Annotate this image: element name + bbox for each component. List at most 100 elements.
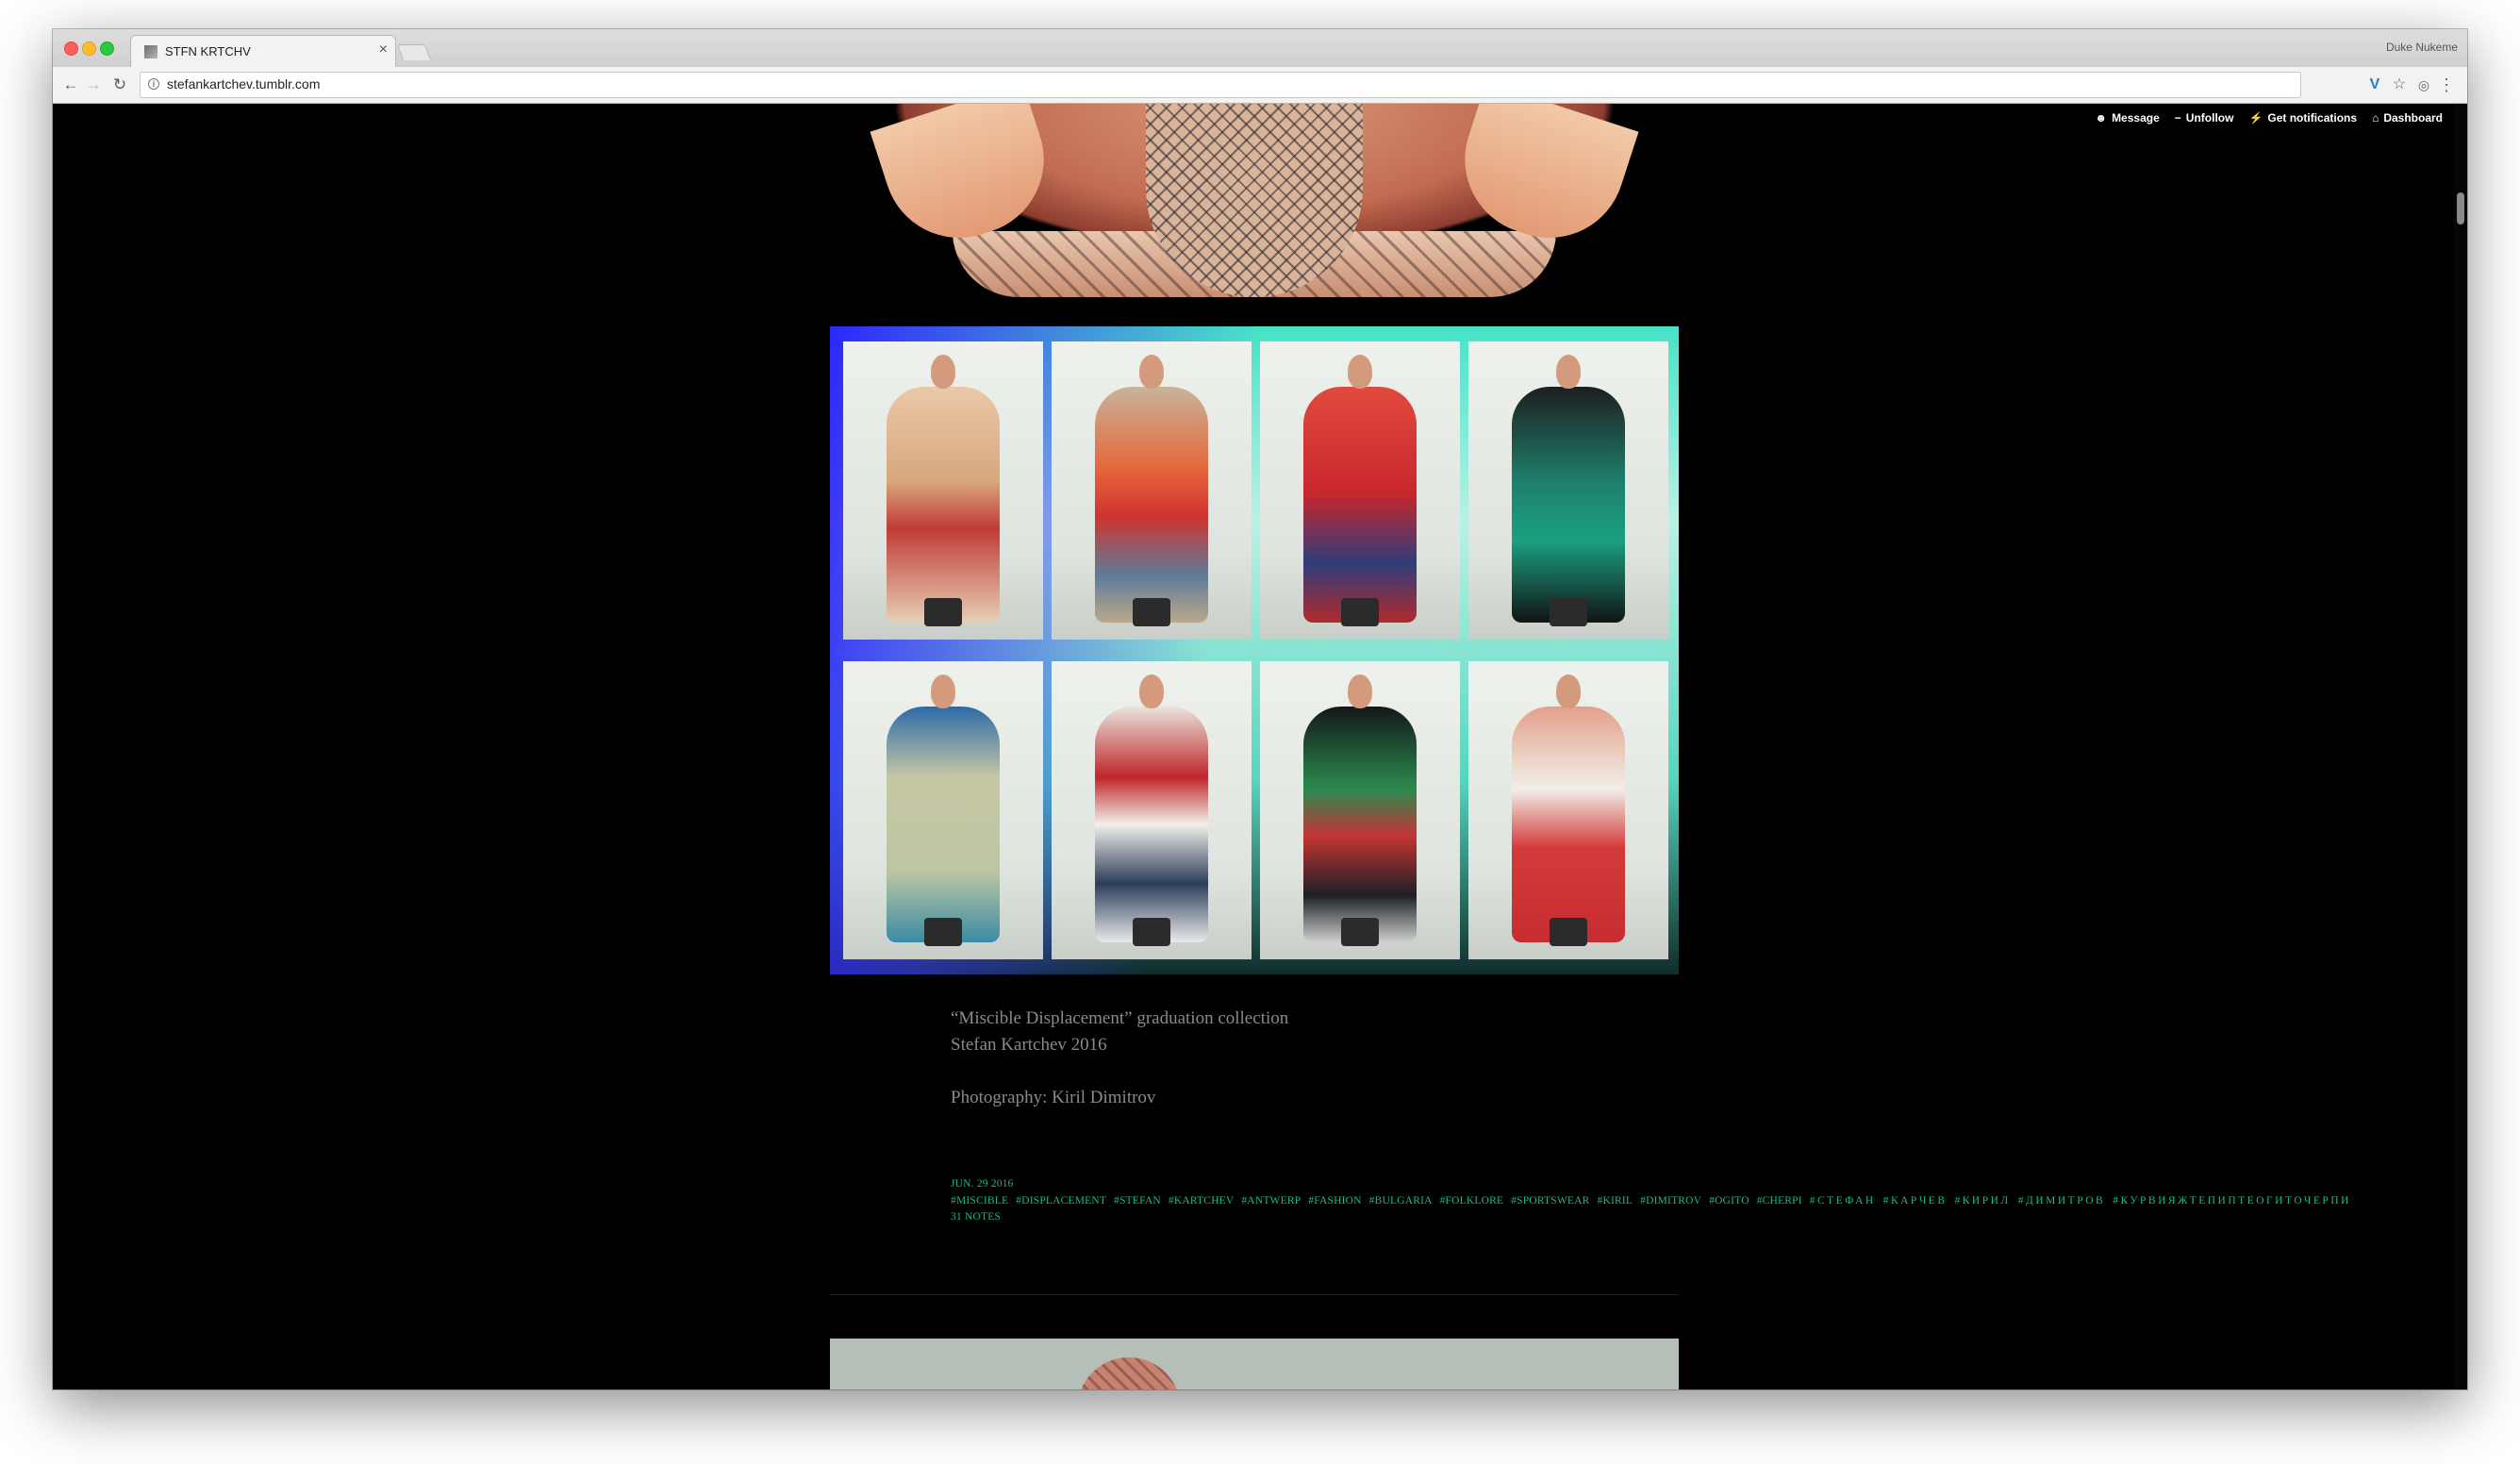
extension-shield-icon[interactable]: ◎ <box>2414 75 2433 94</box>
collection-gallery-image <box>830 326 1679 974</box>
extension-v-icon[interactable]: V <box>2365 75 2384 94</box>
model-feet <box>1550 918 1587 946</box>
post-photo-top <box>830 104 1679 297</box>
model-head <box>1348 355 1372 389</box>
home-icon: ⌂ <box>2372 111 2379 125</box>
tag-link[interactable]: #КИРИЛ <box>1955 1195 2011 1206</box>
outfit <box>1095 387 1208 623</box>
browser-tab[interactable]: STFN KRTCHV × <box>130 35 396 68</box>
message-icon: ☻ <box>2095 111 2108 125</box>
control-get-notifications[interactable]: ⚡ Get notifications <box>2248 111 2357 125</box>
control-label: Dashboard <box>2383 111 2443 125</box>
model-head <box>1556 355 1581 389</box>
minimize-window-button[interactable] <box>82 42 96 56</box>
control-label: Get notifications <box>2267 111 2358 125</box>
reload-icon[interactable]: ↻ <box>109 75 130 95</box>
outfit <box>1512 707 1625 942</box>
url-text[interactable]: stefankartchev.tumblr.com <box>167 76 320 92</box>
outfit <box>1303 387 1417 623</box>
post-divider <box>830 1294 1679 1295</box>
back-arrow-icon[interactable]: ← <box>60 75 81 95</box>
info-icon[interactable]: i <box>148 78 159 90</box>
gallery-photo <box>1468 661 1668 959</box>
control-message[interactable]: ☻ Message <box>2095 111 2159 125</box>
outfit <box>887 707 1000 942</box>
tab-title: STFN KRTCHV <box>165 44 251 58</box>
close-window-button[interactable] <box>64 42 78 56</box>
tag-link[interactable]: #DISPLACEMENT <box>1016 1195 1106 1206</box>
caption-line: “Miscible Displacement” graduation colle… <box>951 1008 1289 1028</box>
tag-link[interactable]: #FOLKLORE <box>1440 1195 1504 1206</box>
page-viewport: ☻ Message − Unfollow ⚡ Get notifications ⌂ Dash… <box>53 104 2467 1389</box>
model-feet <box>924 598 962 626</box>
bookmark-star-icon[interactable]: ☆ <box>2390 75 2409 94</box>
address-bar[interactable]: i stefankartchev.tumblr.com <box>140 72 2301 98</box>
model-feet <box>1341 918 1379 946</box>
next-post-photo <box>830 1339 1679 1389</box>
tag-link[interactable]: #SPORTSWEAR <box>1511 1195 1589 1206</box>
model-feet <box>1341 598 1379 626</box>
tag-link[interactable]: #FASHION <box>1308 1195 1361 1206</box>
browser-toolbar: ← → ↻ i stefankartchev.tumblr.com V ☆ ◎ … <box>53 67 2467 104</box>
tag-link[interactable]: #KIRIL <box>1598 1195 1633 1206</box>
tag-link[interactable]: #КУРВИЯЖТЕПИПТЕОГИТОЧЕРПИ <box>2113 1195 2351 1206</box>
profile-name[interactable]: Duke Nukeme <box>2386 41 2458 54</box>
outfit <box>887 387 1000 623</box>
control-label: Unfollow <box>2185 111 2234 125</box>
tumblr-controls: ☻ Message − Unfollow ⚡ Get notifications ⌂ Dash… <box>2095 108 2443 127</box>
model-head <box>931 355 955 389</box>
new-tab-button[interactable] <box>396 44 432 60</box>
model-head <box>1139 355 1164 389</box>
tag-link[interactable]: #КАРЧЕВ <box>1883 1195 1948 1206</box>
tag-link[interactable]: #KARTCHEV <box>1169 1195 1234 1206</box>
post-caption: “Miscible Displacement” graduation colle… <box>951 1006 1554 1111</box>
minus-icon: − <box>2174 111 2181 125</box>
tag-link[interactable]: #BULGARIA <box>1369 1195 1433 1206</box>
caption-line: Stefan Kartchev 2016 <box>951 1035 1107 1055</box>
gallery-photo <box>843 341 1043 640</box>
tag-link[interactable]: #СТЕФАН <box>1810 1195 1876 1206</box>
gallery-photo <box>843 661 1043 959</box>
maximize-window-button[interactable] <box>100 42 114 56</box>
caption-line: Photography: Kiril Dimitrov <box>951 1088 1156 1107</box>
post-tags: #MISCIBLE #DISPLACEMENT #STEFAN #KARTCHEV #A… <box>951 1193 2348 1210</box>
post-notes[interactable]: 31 NOTES <box>951 1209 1554 1226</box>
tab-strip: STFN KRTCHV × Duke Nukeme <box>53 29 2467 68</box>
tag-link[interactable]: #ДИМИТРОВ <box>2018 1195 2105 1206</box>
tag-link[interactable]: #STEFAN <box>1114 1195 1161 1206</box>
gallery-photo <box>1260 341 1460 640</box>
gallery-photo <box>1260 661 1460 959</box>
tag-link[interactable]: #DIMITROV <box>1640 1195 1701 1206</box>
model-head <box>1139 674 1164 708</box>
gallery-photo <box>1052 661 1252 959</box>
gallery-photo <box>1468 341 1668 640</box>
outfit <box>1303 707 1417 942</box>
gallery-photo <box>1052 341 1252 640</box>
tag-link[interactable]: #CHERPI <box>1757 1195 1802 1206</box>
scrollbar[interactable] <box>2453 104 2467 1389</box>
tab-close-icon[interactable]: × <box>379 42 388 58</box>
control-unfollow[interactable]: − Unfollow <box>2175 111 2234 125</box>
model-feet <box>1133 598 1170 626</box>
model-head <box>1348 674 1372 708</box>
tag-link[interactable]: #ANTWERP <box>1241 1195 1301 1206</box>
lightning-icon: ⚡ <box>2248 111 2263 125</box>
model-head <box>1556 674 1581 708</box>
control-label: Message <box>2112 111 2160 125</box>
model-head <box>931 674 955 708</box>
browser-window: STFN KRTCHV × Duke Nukeme ← → ↻ i stefan… <box>53 29 2467 1389</box>
photo-head <box>1077 1357 1181 1389</box>
scrollbar-thumb[interactable] <box>2457 192 2464 225</box>
tag-link[interactable]: #MISCIBLE <box>951 1195 1008 1206</box>
outfit <box>1512 387 1625 623</box>
tag-link[interactable]: #OGITO <box>1709 1195 1749 1206</box>
model-feet <box>924 918 962 946</box>
outfit <box>1095 707 1208 942</box>
favicon-icon <box>144 45 158 58</box>
post-date[interactable]: JUN. 29 2016 <box>951 1176 1554 1193</box>
control-dashboard[interactable]: ⌂ Dashboard <box>2372 111 2443 125</box>
model-feet <box>1550 598 1587 626</box>
browser-menu-icon[interactable]: ⋮ <box>2437 75 2456 94</box>
model-feet <box>1133 918 1170 946</box>
forward-arrow-icon[interactable]: → <box>83 75 104 95</box>
